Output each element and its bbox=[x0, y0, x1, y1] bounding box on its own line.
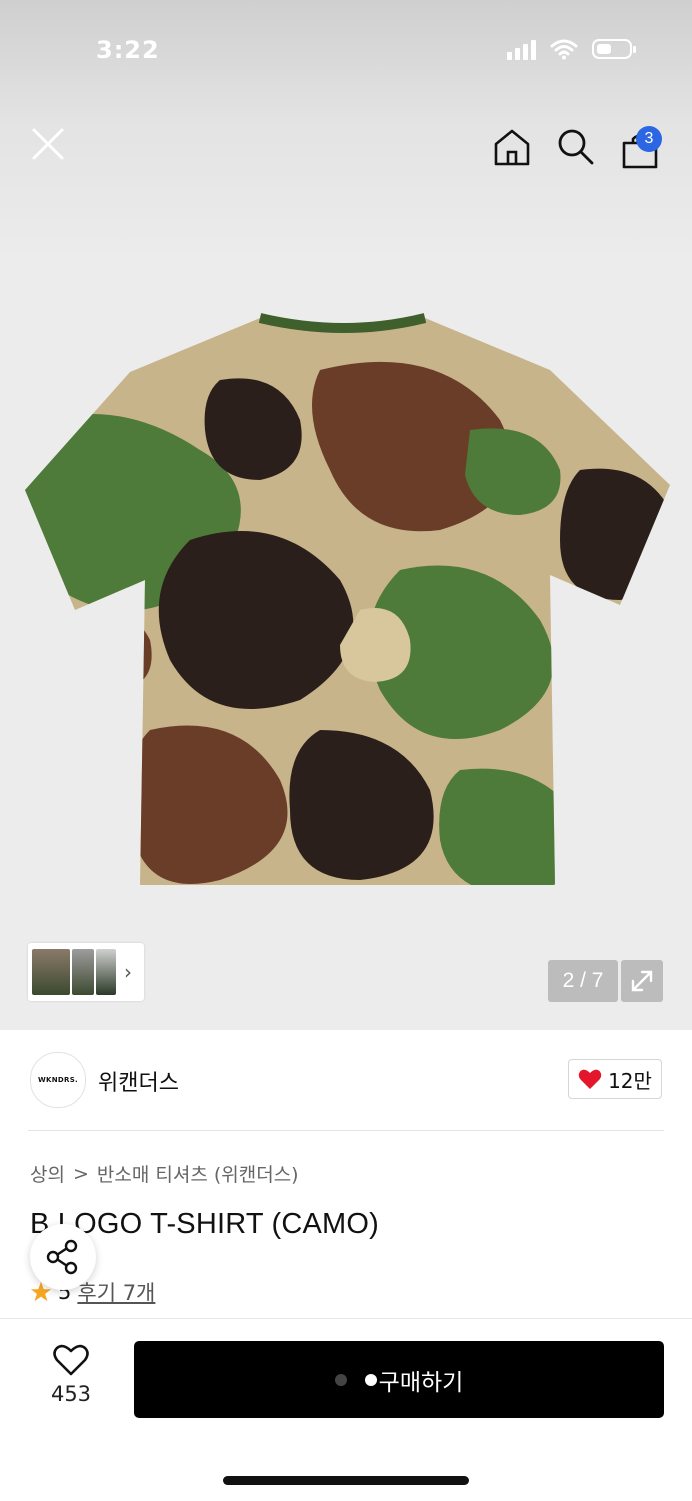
brand-like-count: 12만 bbox=[608, 1068, 652, 1093]
breadcrumb-category[interactable]: 상의 bbox=[30, 1160, 65, 1187]
share-icon bbox=[46, 1239, 78, 1275]
loading-dot bbox=[334, 1373, 347, 1386]
thumbnail-image[interactable] bbox=[96, 949, 116, 995]
signal-icon bbox=[507, 38, 536, 60]
status-time: 3:22 bbox=[96, 36, 160, 64]
thumbnail-image[interactable] bbox=[32, 949, 70, 995]
wifi-icon bbox=[550, 39, 578, 60]
heart-outline-icon bbox=[53, 1344, 89, 1376]
search-icon[interactable] bbox=[556, 127, 596, 167]
breadcrumb-separator: > bbox=[72, 1162, 89, 1185]
expand-icon[interactable] bbox=[621, 960, 663, 1002]
wish-count: 453 bbox=[50, 1382, 92, 1406]
buy-button-label: 구매하기 bbox=[378, 1369, 464, 1396]
buy-button[interactable]: 구매하기 bbox=[134, 1341, 664, 1418]
chevron-right-icon[interactable]: › bbox=[124, 960, 132, 984]
brand-logo[interactable]: WKNDRS. bbox=[30, 1052, 86, 1108]
product-image-area[interactable]: 3:22 3 › 2 / 7 bbox=[0, 0, 692, 1030]
share-button[interactable] bbox=[30, 1224, 96, 1290]
thumbnail-image[interactable] bbox=[72, 949, 94, 995]
breadcrumb: 상의 > 반소매 티셔츠 (위캔더스) bbox=[30, 1160, 299, 1187]
wish-button[interactable]: 453 bbox=[38, 1344, 104, 1406]
brand-name[interactable]: 위캔더스 bbox=[98, 1065, 179, 1097]
divider bbox=[28, 1130, 664, 1131]
product-image bbox=[25, 313, 670, 885]
thumbnail-strip[interactable]: › bbox=[28, 943, 144, 1001]
close-icon[interactable] bbox=[28, 124, 68, 164]
battery-icon bbox=[592, 39, 636, 59]
heart-icon bbox=[578, 1069, 602, 1089]
home-indicator bbox=[223, 1476, 469, 1485]
loading-dot bbox=[364, 1373, 377, 1386]
breadcrumb-subcategory[interactable]: 반소매 티셔츠 (위캔더스) bbox=[97, 1160, 299, 1187]
brand-like-button[interactable]: 12만 bbox=[568, 1059, 662, 1099]
cart-count-badge: 3 bbox=[636, 126, 662, 152]
status-icons bbox=[507, 38, 636, 60]
home-icon[interactable] bbox=[492, 127, 532, 167]
image-counter: 2 / 7 bbox=[548, 960, 618, 1002]
